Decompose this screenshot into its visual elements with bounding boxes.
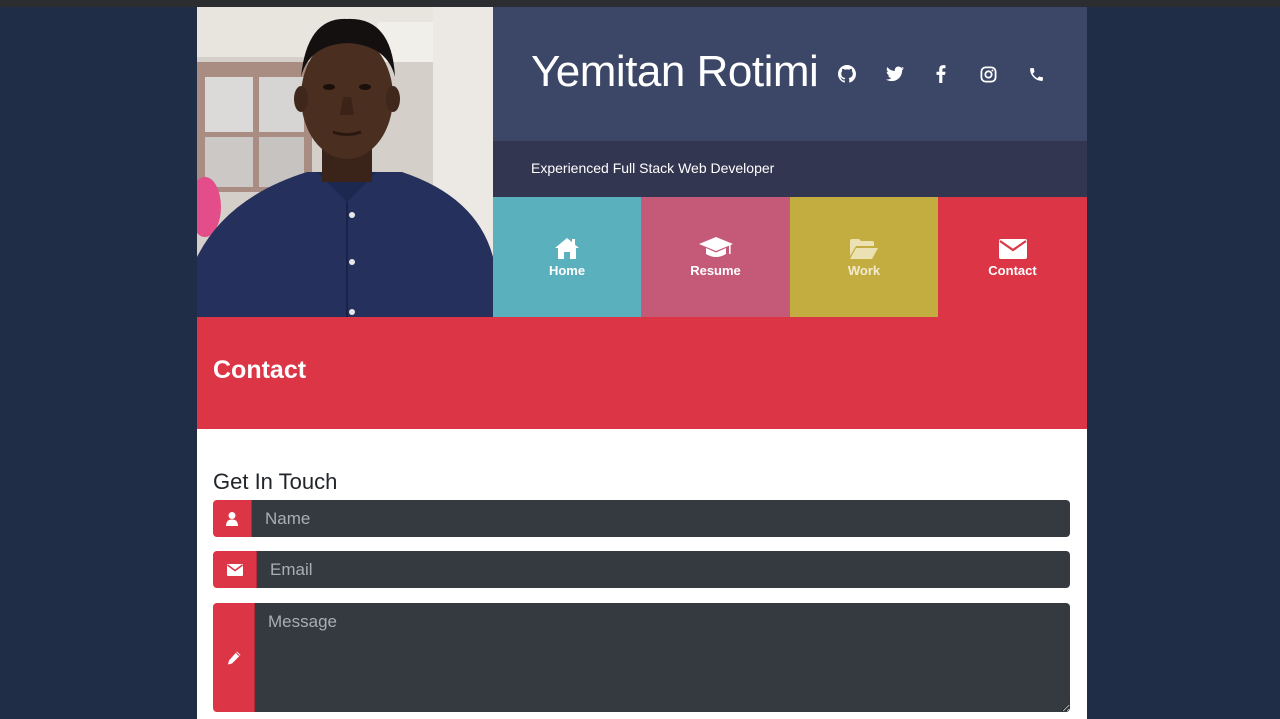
nav-resume-label: Resume	[690, 263, 741, 278]
name-input[interactable]	[252, 500, 1070, 537]
github-icon[interactable]	[836, 63, 858, 85]
message-field	[213, 603, 1070, 712]
profile-tagline: Experienced Full Stack Web Developer	[531, 160, 775, 176]
envelope-icon	[998, 235, 1027, 259]
user-icon	[213, 500, 252, 537]
portfolio-page: Yemitan Rotimi Experienced Full Stack We…	[197, 7, 1087, 719]
graduation-cap-icon	[698, 235, 733, 259]
nav-home[interactable]: Home	[493, 197, 641, 317]
contact-banner: Contact	[197, 317, 1087, 429]
header: Yemitan Rotimi Experienced Full Stack We…	[197, 7, 1087, 317]
nav-contact-label: Contact	[988, 263, 1037, 278]
folder-open-icon	[850, 235, 878, 259]
browser-top-strip	[0, 0, 1280, 7]
email-field	[213, 551, 1070, 588]
nav-contact[interactable]: Contact	[938, 197, 1087, 317]
email-input[interactable]	[257, 551, 1070, 588]
contact-form: Get In Touch	[197, 429, 1087, 719]
profile-name: Yemitan Rotimi	[531, 47, 819, 96]
instagram-icon[interactable]	[977, 63, 999, 85]
nav-resume[interactable]: Resume	[641, 197, 790, 317]
main-nav: Home Resume Work Contact	[493, 197, 1087, 317]
nav-work[interactable]: Work	[790, 197, 938, 317]
phone-icon[interactable]	[1025, 63, 1047, 85]
name-bar: Yemitan Rotimi	[493, 7, 1087, 141]
twitter-icon[interactable]	[884, 63, 906, 85]
facebook-icon[interactable]	[930, 63, 952, 85]
message-input[interactable]	[255, 603, 1070, 712]
tagline-bar: Experienced Full Stack Web Developer	[493, 141, 1087, 197]
envelope-icon	[213, 551, 257, 588]
name-field	[213, 500, 1070, 537]
home-icon	[555, 235, 579, 259]
form-heading: Get In Touch	[213, 469, 338, 494]
pencil-icon	[213, 603, 255, 712]
profile-info: Yemitan Rotimi Experienced Full Stack We…	[493, 7, 1087, 197]
nav-work-label: Work	[847, 263, 881, 278]
profile-photo	[197, 7, 493, 317]
page-title: Contact	[213, 356, 307, 384]
nav-home-label: Home	[548, 263, 586, 278]
